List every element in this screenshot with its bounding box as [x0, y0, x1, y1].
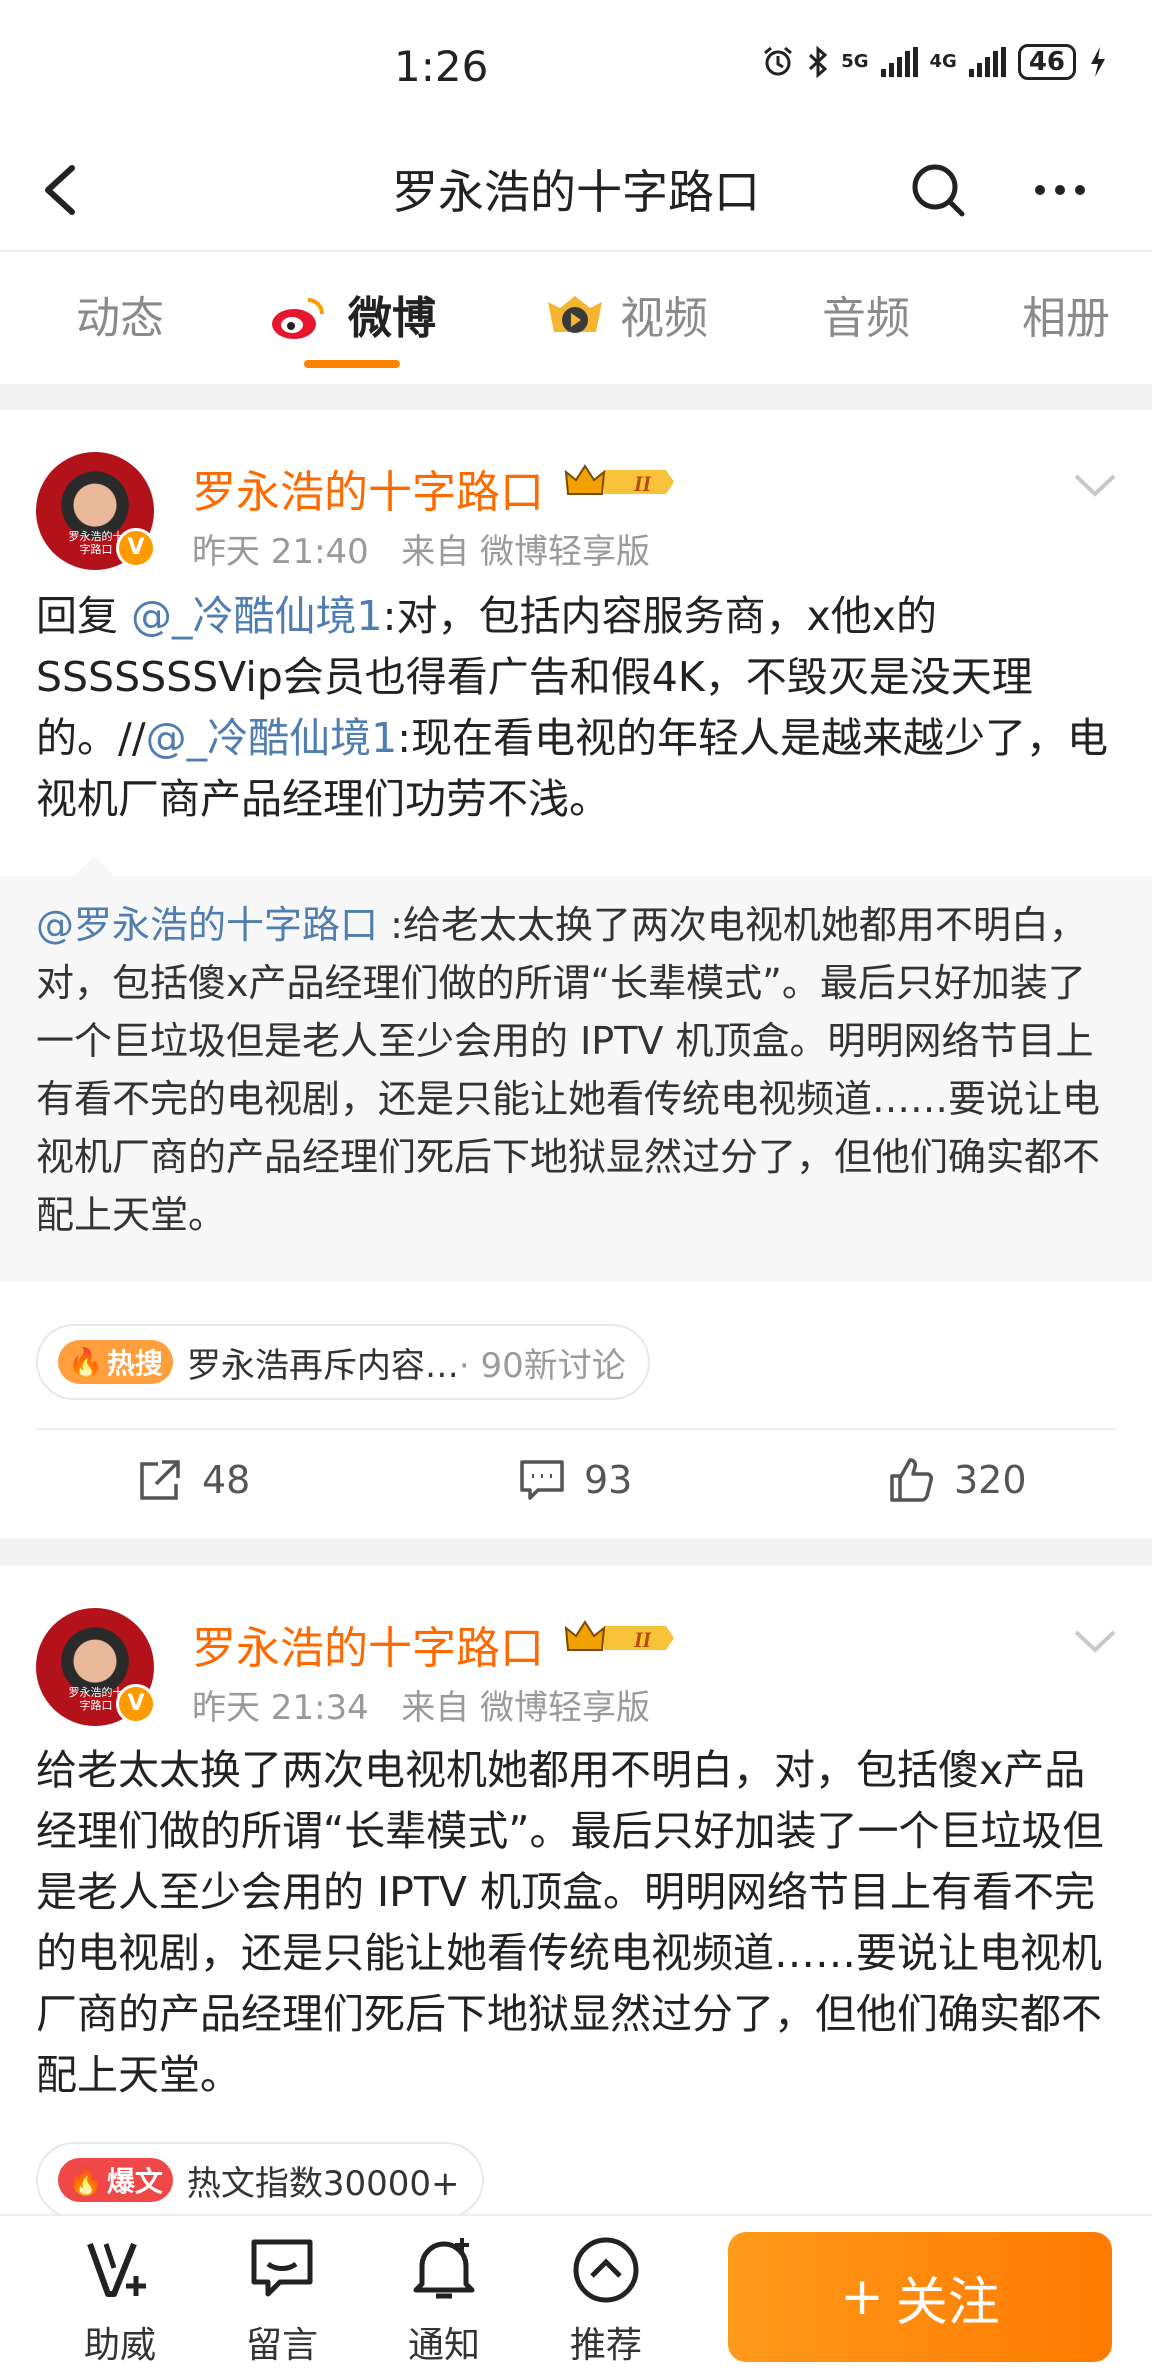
retweet-body: :给老太太换了两次电视机她￼都用不明白，对，包括傻x产品经理们做的所谓“长辈模式… [36, 903, 1101, 1237]
crown-level-icon: II [564, 464, 674, 496]
video-tab-icon [548, 296, 602, 333]
post-time: 昨天 21:34 [192, 1688, 369, 1728]
repost-icon [140, 1460, 180, 1500]
thumbs-up-icon [890, 1458, 933, 1502]
bottom-action-bar: 助威 留言 通知 推荐 + 关注 [0, 2214, 1152, 2376]
crown-level-icon: II [564, 1620, 674, 1652]
tab-audio[interactable]: 音频 [822, 282, 910, 346]
repost-count: 48 [202, 1458, 251, 1502]
page-title: 罗永浩的十字路口 [392, 165, 760, 219]
post-source: 来自 微博轻享版 [401, 1688, 651, 1728]
message-icon [251, 2239, 313, 2297]
plus-icon: + [840, 2267, 884, 2327]
post-author[interactable]: 罗永浩的十字路口 [192, 1612, 544, 1676]
message-button[interactable]: 留言 [222, 2234, 342, 2368]
tab-album[interactable]: 相册 [1022, 282, 1110, 346]
hot-search-pill[interactable]: 🔥 热搜 罗永浩再斥内容… · 90新讨论 [36, 1324, 650, 1400]
post-card[interactable]: 罗永浩的十字路口 V 罗永浩的十字路口 II 昨天 21:40 来自 微博轻享版… [0, 410, 1152, 1538]
signal-icon [880, 47, 918, 77]
mention-link[interactable]: @_冷酷仙境1 [131, 592, 383, 640]
chevron-up-circle-icon [573, 2237, 639, 2303]
like-count: 320 [954, 1458, 1027, 1502]
verified-badge-icon: V [116, 1684, 156, 1724]
hot-search-discussion-count: · 90新讨论 [458, 1345, 626, 1386]
notify-button[interactable]: 通知 [384, 2234, 504, 2368]
retweet-box[interactable]: @罗永浩的十字路口 :给老太太换了两次电视机她￼都用不明白，对，包括傻x产品经理… [0, 856, 1152, 1282]
follow-label: 关注 [895, 2272, 1000, 2333]
hot-search-badge: 🔥 热搜 [58, 1340, 173, 1384]
follow-button[interactable]: + 关注 [728, 2232, 1112, 2362]
post-text: 给老太太换了两次电视机她￼都用不明白，对，包括傻x产品经理们做的所谓“长辈模式”… [36, 1746, 1104, 2099]
more-icon[interactable] [1030, 160, 1090, 220]
comment-icon [520, 1460, 564, 1500]
comment-button[interactable]: 93 [518, 1456, 632, 1504]
tab-weibo[interactable]: 微博 [348, 282, 436, 346]
hot-search-text: 罗永浩再斥内容… [186, 1345, 459, 1386]
network-4g-label: 4G [929, 51, 957, 72]
retweet-text: @罗永浩的十字路口 :给老太太换了两次电视机她￼都用不明白，对，包括傻x产品经理… [36, 896, 1116, 1244]
flame-icon: 🔥 [68, 1345, 103, 1379]
hot-article-badge: 🔥 爆文 [58, 2158, 173, 2202]
message-label: 留言 [245, 2325, 318, 2366]
search-icon[interactable] [908, 160, 968, 220]
chevron-down-icon[interactable] [1072, 470, 1118, 500]
divider [36, 1428, 1116, 1430]
status-time: 1:26 [394, 42, 489, 91]
recommend-button[interactable]: 推荐 [546, 2234, 666, 2368]
status-icons: 5G 4G 46 [761, 44, 1108, 80]
post-card[interactable]: 罗永浩的十字路口 V 罗永浩的十字路口 II 昨天 21:34 来自 微博轻享版… [0, 1566, 1152, 2218]
hot-article-pill[interactable]: 🔥 爆文 热文指数30000+ [36, 2142, 484, 2218]
repost-button[interactable]: 48 [136, 1456, 250, 1504]
post-time: 昨天 21:40 [192, 532, 369, 572]
network-5g-label: 5G [841, 51, 869, 72]
weibo-logo-icon [272, 298, 324, 339]
cheer-button[interactable]: 助威 [60, 2234, 180, 2368]
recommend-label: 推荐 [569, 2325, 642, 2366]
profile-tabs: 动态 微博 视频 音频 相册 [0, 252, 1152, 384]
bluetooth-icon [809, 45, 828, 79]
retweet-arrow [74, 856, 114, 876]
charging-icon [1091, 47, 1105, 77]
hot-search-badge-label: 热搜 [106, 1347, 163, 1380]
notify-label: 通知 [407, 2325, 480, 2366]
post-source: 来自 微博轻享版 [401, 532, 651, 572]
status-bar: 1:26 5G 4G 46 [0, 0, 1152, 130]
alarm-icon [764, 46, 793, 76]
post-text: 回复 @_冷酷仙境1:对，包括内容服务商，x他x的SSSSSSSVip会员也得看… [36, 586, 1116, 830]
cheer-icon [87, 2242, 146, 2297]
comment-count: 93 [584, 1458, 633, 1502]
reply-prefix: 回复 [36, 592, 132, 640]
chevron-down-icon[interactable] [1072, 1626, 1118, 1656]
tab-dynamic[interactable]: 动态 [76, 282, 164, 346]
svg-text:II: II [633, 1627, 653, 1652]
hot-article-index: 热文指数30000+ [186, 2163, 460, 2204]
fire-icon: 🔥 [68, 2163, 103, 2197]
svg-text:II: II [633, 471, 653, 496]
page-header: 罗永浩的十字路口 [0, 130, 1152, 252]
cheer-label: 助威 [83, 2325, 156, 2366]
tab-video[interactable]: 视频 [620, 282, 708, 346]
bell-icon [413, 2238, 475, 2299]
hot-article-badge-label: 爆文 [106, 2165, 163, 2198]
active-tab-indicator [304, 360, 400, 368]
verified-badge-icon: V [116, 528, 156, 568]
post-meta: 昨天 21:40 来自 微博轻享版 [192, 524, 650, 573]
post-meta: 昨天 21:34 来自 微博轻享版 [192, 1680, 650, 1729]
post-author[interactable]: 罗永浩的十字路口 [192, 456, 544, 520]
mention-link[interactable]: @罗永浩的十字路口 [36, 903, 378, 947]
mention-link[interactable]: @_冷酷仙境1 [146, 714, 398, 762]
battery-indicator: 46 [1017, 44, 1076, 80]
like-button[interactable]: 320 [888, 1456, 1027, 1504]
signal-icon-2 [968, 47, 1006, 77]
